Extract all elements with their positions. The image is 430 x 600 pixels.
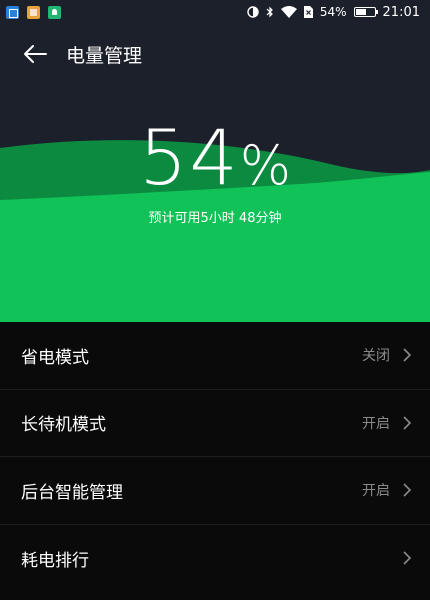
battery-icon [353, 7, 378, 17]
status-notifications [6, 5, 61, 19]
row-label: 省电模式 [21, 347, 89, 368]
row-value: 开启 [362, 415, 390, 432]
chevron-right-icon [403, 483, 412, 497]
row-label: 后台智能管理 [21, 482, 123, 503]
chevron-right-icon [403, 348, 412, 362]
battery-percent-text: 54% [319, 5, 347, 19]
photo-app-icon [6, 5, 19, 19]
battery-percent-number: 54 [138, 113, 240, 202]
wifi-icon [280, 6, 297, 18]
back-arrow-icon [24, 45, 47, 63]
row-label: 耗电排行 [21, 550, 89, 571]
battery-percent: 54% [0, 120, 430, 196]
power-saving-mode-row[interactable]: 省电模式 关闭 [0, 322, 430, 390]
message-app-icon [27, 5, 40, 19]
app-bar: 电量管理 [0, 24, 430, 84]
back-button[interactable] [0, 24, 70, 84]
long-standby-mode-row[interactable]: 长待机模式 开启 [0, 390, 430, 457]
row-label: 长待机模式 [21, 415, 106, 436]
status-bar: 54% 21:01 [0, 0, 430, 24]
page-title: 电量管理 [66, 44, 143, 67]
row-value: 开启 [362, 483, 390, 500]
no-sim-icon [303, 6, 313, 18]
chevron-right-icon [403, 551, 412, 565]
status-time: 21:01 [382, 4, 420, 20]
alert-app-icon [48, 5, 61, 19]
do-not-disturb-icon [247, 6, 259, 18]
row-value: 关闭 [362, 348, 390, 365]
chevron-right-icon [403, 416, 412, 430]
remaining-time-text: 预计可用5小时 48分钟 [148, 211, 282, 226]
background-smart-management-row[interactable]: 后台智能管理 开启 [0, 457, 430, 525]
power-consumption-ranking-row[interactable]: 耗电排行 [0, 525, 430, 593]
settings-list: 省电模式 关闭 长待机模式 开启 后台智能管理 开启 耗电排行 [0, 322, 430, 600]
status-indicators: 54% 21:01 [247, 5, 420, 20]
bluetooth-icon [266, 6, 273, 18]
battery-percent-sign: % [239, 134, 292, 197]
